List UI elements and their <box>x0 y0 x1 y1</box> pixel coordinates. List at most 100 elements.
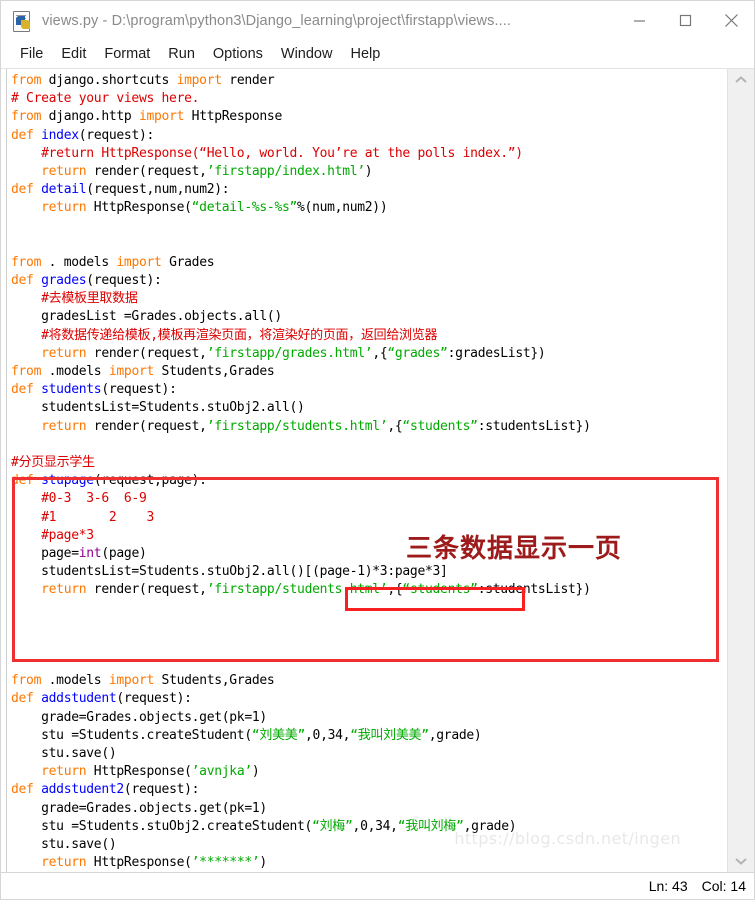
code-token: stu.save() <box>11 745 117 761</box>
code-token: django.http <box>41 109 139 125</box>
code-line: stu =Students.stuObj2.createStudent(“刘梅”… <box>11 818 727 836</box>
code-token: page= <box>11 545 79 561</box>
code-token: return <box>41 418 87 434</box>
code-token: # Create your views here. <box>11 91 200 107</box>
code-token: return <box>41 163 87 179</box>
code-token: render(request, <box>86 163 207 179</box>
code-token: grade=Grades.objects.get(pk=1) <box>11 800 267 816</box>
code-line: def students(request): <box>11 381 727 399</box>
idle-editor-window: views.py - D:\program\python3\Django_lea… <box>0 0 755 900</box>
code-token: return <box>41 855 87 871</box>
code-token: .models <box>41 673 109 689</box>
maximize-icon <box>679 14 691 27</box>
code-token: #0-3 3-6 6-9 <box>11 491 147 507</box>
code-token: ’firstapp/index.html’ <box>206 163 365 179</box>
code-token: ’firstapp/students.html’ <box>206 582 388 598</box>
code-line: def grades(request): <box>11 272 727 290</box>
code-line: def addstudent(request): <box>11 690 727 708</box>
menu-item-file[interactable]: File <box>11 44 52 64</box>
code-line: stu.save() <box>11 745 727 763</box>
code-token: import <box>176 73 222 88</box>
code-token: HttpResponse( <box>86 855 192 871</box>
code-token: ) <box>364 163 373 179</box>
code-token: grades <box>41 273 87 289</box>
code-token: django.shortcuts <box>41 73 177 88</box>
code-line: #return HttpResponse(“Hello, world. You’… <box>11 145 727 163</box>
code-token: :studentsList}) <box>477 582 591 598</box>
code-token: (request): <box>86 273 162 289</box>
code-token: students <box>41 382 102 398</box>
code-token: stu.save() <box>11 836 117 852</box>
code-line: return HttpResponse(’*******’) <box>11 854 727 872</box>
code-line: from django.http import HttpResponse <box>11 108 727 126</box>
code-token: ,{ <box>387 582 403 598</box>
scroll-down-button[interactable] <box>728 850 754 872</box>
code-token: studentsList=Students.stuObj2.all()[(pag… <box>11 564 448 580</box>
close-button[interactable] <box>708 1 754 40</box>
menu-item-run[interactable]: Run <box>159 44 204 64</box>
code-editor[interactable]: from django.shortcuts import render # Cre… <box>7 69 727 872</box>
code-token: index <box>41 127 79 143</box>
code-token: %(num,num2)) <box>297 200 388 216</box>
code-token: studentsList=Students.stuObj2.all() <box>11 400 305 416</box>
code-line: return HttpResponse(’avnjka’) <box>11 763 727 781</box>
code-token: HttpResponse( <box>86 200 192 216</box>
maximize-button[interactable] <box>662 1 708 40</box>
minimize-icon <box>633 20 645 22</box>
menu-item-edit[interactable]: Edit <box>52 44 95 64</box>
code-token: from <box>11 109 42 125</box>
status-line-number: Ln: 43 <box>648 878 688 894</box>
code-token: “grades” <box>387 345 448 361</box>
code-token: def <box>11 127 34 143</box>
code-token: def <box>11 691 34 707</box>
window-title: views.py - D:\program\python3\Django_lea… <box>42 12 511 29</box>
vertical-scrollbar[interactable] <box>727 69 754 872</box>
menu-item-options[interactable]: Options <box>204 44 272 64</box>
code-token: render(request, <box>86 418 207 434</box>
code-line: from . models import Grades <box>11 254 727 272</box>
menu-item-format[interactable]: Format <box>95 44 159 64</box>
code-token: ,grade) <box>428 727 482 743</box>
code-token: ) <box>259 855 267 871</box>
title-bar: views.py - D:\program\python3\Django_lea… <box>1 1 754 40</box>
code-token: (request): <box>78 127 155 143</box>
status-bar: Ln: 43 Col: 14 <box>1 872 754 899</box>
code-line: #page*3 <box>11 527 727 545</box>
chevron-up-icon <box>735 76 747 83</box>
code-line: def detail(request,num,num2): <box>11 181 727 199</box>
code-token: gradesList =Grades.objects.all() <box>11 309 282 325</box>
code-token: ’*******’ <box>191 855 260 871</box>
code-line: stu.save() <box>11 836 727 854</box>
code-token: return <box>41 345 87 361</box>
menu-item-window[interactable]: Window <box>272 44 342 64</box>
code-token: “detail-%s-%s” <box>191 200 298 216</box>
scroll-up-button[interactable] <box>728 69 754 91</box>
code-token: render(request, <box>86 582 207 598</box>
code-token: return <box>41 764 87 780</box>
code-line: #0-3 3-6 6-9 <box>11 490 727 508</box>
code-token: from <box>11 364 42 379</box>
minimize-button[interactable] <box>616 1 662 40</box>
code-line: return render(request,’firstapp/students… <box>11 418 727 436</box>
code-text[interactable]: from django.shortcuts import render # Cre… <box>11 72 727 872</box>
chevron-down-icon <box>735 858 747 865</box>
code-token: (request): <box>101 382 177 398</box>
menu-item-help[interactable]: Help <box>341 44 389 64</box>
code-token: .models <box>41 364 109 379</box>
code-token: import <box>108 673 155 689</box>
code-token: def <box>11 273 34 289</box>
code-line: def addstudent2(request): <box>11 781 727 799</box>
close-icon <box>724 14 738 27</box>
code-token: stu =Students.createStudent( <box>11 727 252 743</box>
